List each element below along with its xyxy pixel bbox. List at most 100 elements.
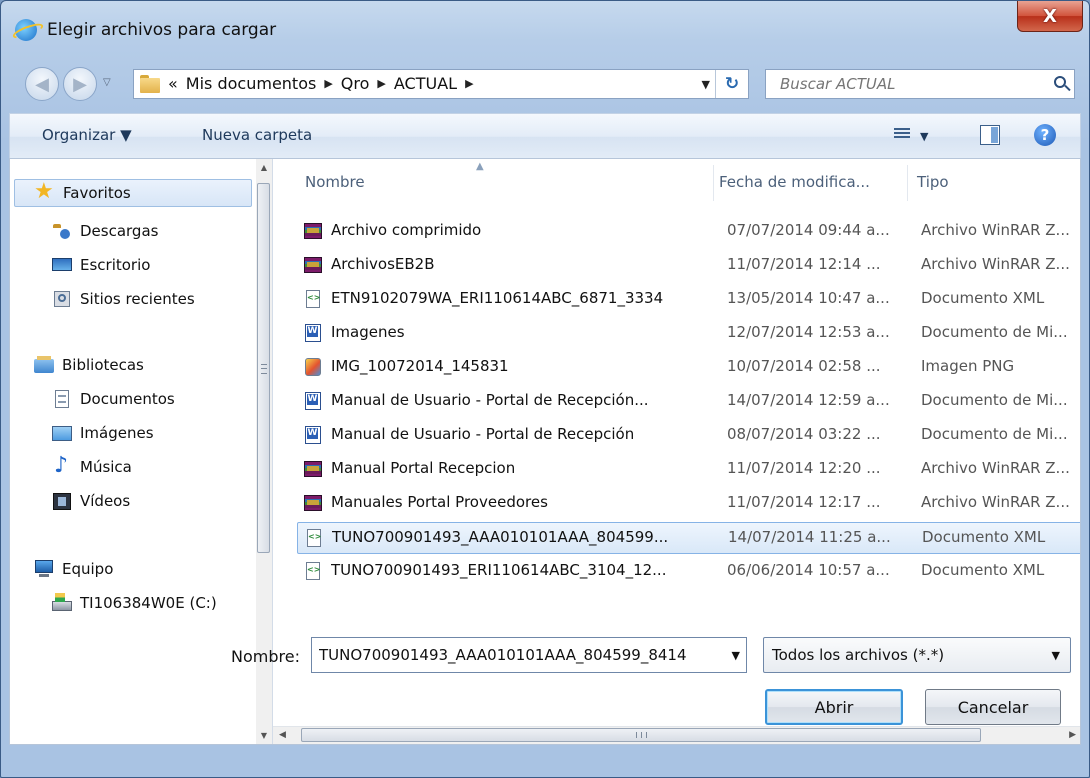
winrar-archive-icon bbox=[303, 459, 323, 479]
address-dropdown-icon[interactable]: ▼ bbox=[702, 78, 710, 91]
file-name-input[interactable] bbox=[312, 638, 718, 672]
sidebar-item-label: Equipo bbox=[62, 560, 114, 578]
new-folder-button[interactable]: Nueva carpeta bbox=[202, 126, 312, 144]
refresh-icon[interactable]: ↻ bbox=[715, 70, 748, 98]
file-row[interactable]: Manual de Usuario - Portal de Recepción.… bbox=[297, 386, 1080, 418]
sidebar-item-label: Imágenes bbox=[80, 424, 154, 442]
scroll-up-icon[interactable]: ▲ bbox=[256, 159, 272, 176]
title-bar: Elegir archivos para cargar X bbox=[1, 1, 1089, 57]
file-name: TUNO700901493_ERI110614ABC_3104_12... bbox=[331, 561, 667, 579]
sidebar-item-bibliotecas[interactable]: Bibliotecas bbox=[34, 351, 144, 379]
pictures-icon bbox=[52, 423, 72, 443]
change-view-icon[interactable] bbox=[894, 128, 910, 142]
file-name: Manuales Portal Proveedores bbox=[331, 493, 548, 511]
recent-pages-dropdown[interactable]: ▽ bbox=[103, 77, 111, 88]
file-type: Archivo WinRAR Z... bbox=[921, 459, 1070, 477]
file-row[interactable]: Manual de Usuario - Portal de Recepción 0… bbox=[297, 420, 1080, 452]
horizontal-scrollbar[interactable]: ◀ ▶ bbox=[273, 726, 1080, 744]
dialog-footer: Nombre: ▼ Todos los archivos (*.*) ▼ Abr… bbox=[1, 637, 1089, 777]
search-icon[interactable] bbox=[1054, 76, 1066, 88]
breadcrumb-separator-icon[interactable]: ▶ bbox=[465, 77, 473, 90]
file-date: 11/07/2014 12:14 ... bbox=[727, 255, 881, 273]
breadcrumb: « Mis documentos ▶ Qro ▶ ACTUAL ▶ bbox=[168, 74, 474, 93]
column-divider[interactable] bbox=[713, 165, 714, 201]
search-box bbox=[765, 69, 1075, 99]
png-image-icon bbox=[303, 357, 323, 377]
column-header-date[interactable]: Fecha de modifica... bbox=[719, 173, 870, 191]
column-divider[interactable] bbox=[907, 165, 908, 201]
winrar-archive-icon bbox=[303, 221, 323, 241]
file-row[interactable]: TUNO700901493_AAA010101AAA_804599... 14/0… bbox=[297, 522, 1080, 554]
file-row[interactable]: ETN9102079WA_ERI110614ABC_6871_3334 13/05… bbox=[297, 284, 1080, 316]
file-type-select[interactable]: Todos los archivos (*.*) ▼ bbox=[763, 637, 1071, 673]
open-button[interactable]: Abrir bbox=[765, 689, 903, 725]
scrollbar-thumb[interactable] bbox=[301, 728, 981, 742]
sidebar-item-label: Vídeos bbox=[80, 492, 131, 510]
file-row[interactable]: Manuales Portal Proveedores 11/07/2014 12… bbox=[297, 488, 1080, 520]
internet-explorer-icon bbox=[15, 19, 37, 41]
sidebar-item-descargas[interactable]: Descargas bbox=[52, 217, 158, 245]
breadcrumb-separator-icon[interactable]: ▶ bbox=[377, 77, 385, 90]
desktop-icon bbox=[52, 255, 72, 275]
organize-menu[interactable]: Organizar ▼ bbox=[42, 126, 132, 144]
file-name: Archivo comprimido bbox=[331, 221, 482, 239]
word-document-icon bbox=[303, 425, 323, 445]
column-header-type[interactable]: Tipo bbox=[917, 173, 949, 191]
sidebar-item-equipo[interactable]: Equipo bbox=[34, 555, 113, 583]
file-name: Manual de Usuario - Portal de Recepción.… bbox=[331, 391, 649, 409]
computer-icon bbox=[34, 559, 54, 579]
address-bar[interactable]: « Mis documentos ▶ Qro ▶ ACTUAL ▶ ▼ ↻ bbox=[133, 69, 749, 99]
breadcrumb-actual[interactable]: ACTUAL bbox=[394, 74, 457, 93]
preview-pane-icon[interactable] bbox=[980, 125, 1000, 145]
scroll-left-icon[interactable]: ◀ bbox=[279, 727, 286, 744]
file-row[interactable]: ArchivosEB2B 11/07/2014 12:14 ... Archivo … bbox=[297, 250, 1080, 282]
libraries-icon bbox=[34, 355, 54, 375]
file-type: Archivo WinRAR Z... bbox=[921, 255, 1070, 273]
file-date: 13/05/2014 10:47 a... bbox=[727, 289, 890, 307]
file-name: TUNO700901493_AAA010101AAA_804599... bbox=[332, 528, 669, 546]
scroll-right-icon[interactable]: ▶ bbox=[1069, 727, 1076, 744]
help-icon[interactable]: ? bbox=[1034, 124, 1056, 146]
file-row[interactable]: Imagenes 12/07/2014 12:53 a... Documento d… bbox=[297, 318, 1080, 350]
sidebar-item-favoritos[interactable]: Favoritos bbox=[14, 179, 252, 207]
sidebar-item-musica[interactable]: Música bbox=[52, 453, 132, 481]
sort-ascending-icon: ▲ bbox=[476, 161, 484, 172]
breadcrumb-mis-documentos[interactable]: Mis documentos bbox=[186, 74, 317, 93]
scroll-down-icon[interactable]: ▼ bbox=[256, 727, 272, 744]
back-button[interactable]: ◀ bbox=[25, 67, 59, 101]
sidebar-item-drive-c[interactable]: TI106384W0E (C:) bbox=[52, 589, 217, 617]
sidebar-item-imagenes[interactable]: Imágenes bbox=[52, 419, 154, 447]
file-name-combobox: ▼ bbox=[311, 637, 747, 673]
file-date: 14/07/2014 12:59 a... bbox=[727, 391, 890, 409]
file-row[interactable]: IMG_10072014_145831 10/07/2014 02:58 ... I… bbox=[297, 352, 1080, 384]
forward-button[interactable]: ▶ bbox=[63, 67, 97, 101]
column-header-name[interactable]: Nombre bbox=[305, 173, 365, 191]
view-options-dropdown[interactable]: ▼ bbox=[920, 130, 928, 143]
word-document-icon bbox=[303, 391, 323, 411]
file-row[interactable]: Archivo comprimido 07/07/2014 09:44 a... A… bbox=[297, 216, 1080, 248]
file-name-dropdown-icon[interactable]: ▼ bbox=[732, 649, 740, 662]
file-date: 14/07/2014 11:25 a... bbox=[728, 528, 891, 546]
sidebar-item-documentos[interactable]: Documentos bbox=[52, 385, 175, 413]
file-row[interactable]: Manual Portal Recepcion 11/07/2014 12:20 … bbox=[297, 454, 1080, 486]
file-name: Manual de Usuario - Portal de Recepción bbox=[331, 425, 635, 443]
file-type: Documento de Mi... bbox=[921, 391, 1068, 409]
sidebar-item-escritorio[interactable]: Escritorio bbox=[52, 251, 150, 279]
breadcrumb-qro[interactable]: Qro bbox=[341, 74, 370, 93]
close-button[interactable]: X bbox=[1017, 1, 1083, 32]
breadcrumb-overflow[interactable]: « bbox=[168, 74, 178, 93]
sidebar-item-label: TI106384W0E (C:) bbox=[80, 594, 217, 612]
sidebar-item-label: Sitios recientes bbox=[80, 290, 195, 308]
sidebar-item-sitios-recientes[interactable]: Sitios recientes bbox=[52, 285, 195, 313]
file-row[interactable]: TUNO700901493_ERI110614ABC_3104_12... 06/… bbox=[297, 556, 1080, 588]
xml-file-icon bbox=[304, 528, 324, 548]
breadcrumb-separator-icon[interactable]: ▶ bbox=[324, 77, 332, 90]
cancel-button[interactable]: Cancelar bbox=[925, 689, 1061, 725]
sidebar-item-label: Bibliotecas bbox=[62, 356, 144, 374]
file-date: 08/07/2014 03:22 ... bbox=[727, 425, 881, 443]
file-date: 07/07/2014 09:44 a... bbox=[727, 221, 890, 239]
search-input[interactable] bbox=[766, 70, 1036, 98]
scrollbar-thumb[interactable] bbox=[257, 183, 270, 553]
sidebar-item-videos[interactable]: Vídeos bbox=[52, 487, 130, 515]
navigation-bar: ◀ ▶ ▽ « Mis documentos ▶ Qro ▶ ACTUAL ▶ … bbox=[1, 57, 1089, 111]
